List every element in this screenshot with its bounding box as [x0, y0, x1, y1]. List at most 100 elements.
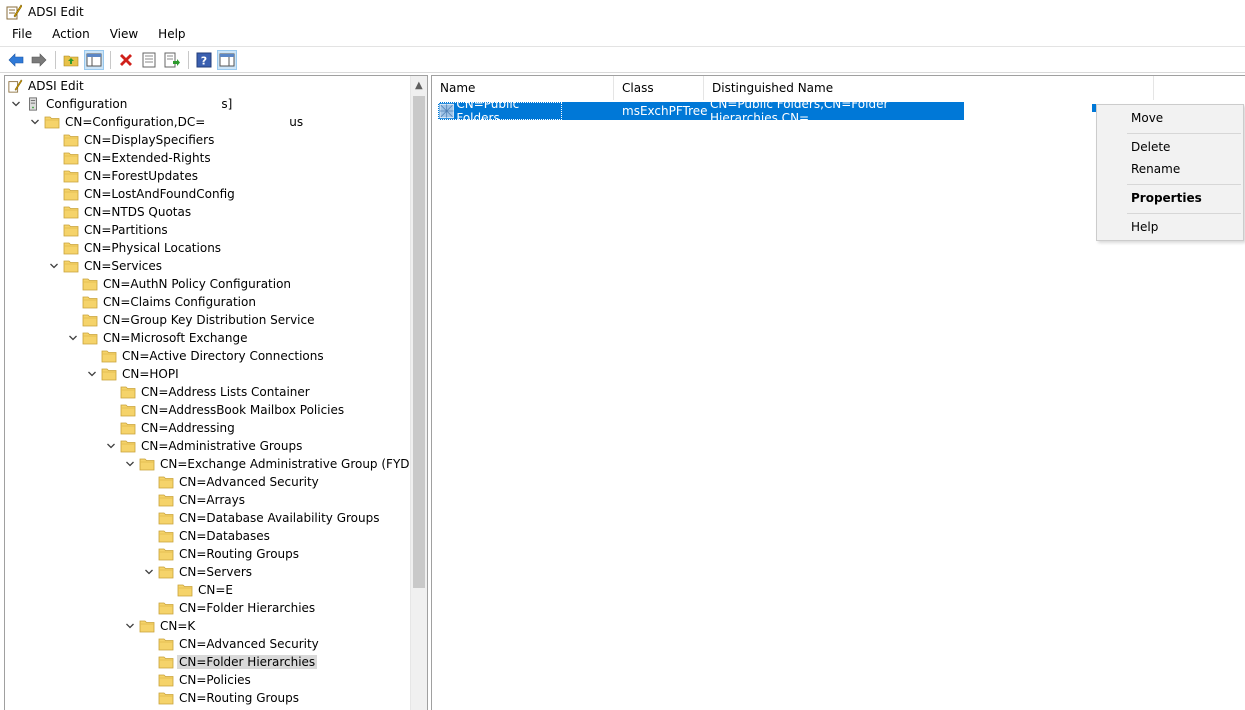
tree-item-label: CN=ForestUpdates — [84, 169, 198, 183]
expand-chevron-icon[interactable] — [66, 331, 80, 345]
context-menu-rename[interactable]: Rename — [1131, 162, 1180, 176]
show-hide-action-pane-button[interactable] — [217, 49, 237, 70]
folder-icon — [158, 530, 174, 543]
scroll-up-arrow-icon[interactable]: ▲ — [415, 80, 423, 91]
row-dn: CN=Public Folders,CN=Folder Hierarchies,… — [710, 97, 889, 125]
expand-chevron-icon[interactable] — [123, 619, 137, 633]
adsi-edit-app-icon — [6, 4, 22, 20]
tree-item-label: CN=Exchange Administrative Group (FYDIBO… — [160, 457, 428, 471]
chevron-placeholder — [142, 691, 156, 705]
tree-item[interactable]: CN=Group Key Distribution Service — [66, 311, 317, 329]
tree-item[interactable]: CN=Routing Groups — [142, 545, 301, 563]
chevron-placeholder — [66, 295, 80, 309]
chevron-placeholder — [142, 637, 156, 651]
tree-item[interactable]: CN=Extended-Rights — [47, 149, 213, 167]
tree-item-label: CN=Microsoft Exchange — [103, 331, 248, 345]
tree-root[interactable]: ADSI Edit — [7, 77, 86, 95]
chevron-placeholder — [142, 601, 156, 615]
tree-item[interactable]: CN=E — [161, 581, 235, 599]
tree-item[interactable]: CN=Claims Configuration — [66, 293, 258, 311]
expand-chevron-icon[interactable] — [28, 115, 42, 129]
chevron-placeholder — [85, 349, 99, 363]
folder-icon — [139, 458, 155, 471]
up-folder-icon — [63, 55, 79, 66]
tree-item[interactable]: Configuration s] — [9, 95, 234, 113]
up-one-level-button[interactable] — [61, 50, 81, 70]
tree-item[interactable]: CN=Addressing — [104, 419, 237, 437]
tree-item[interactable]: CN=Policies — [142, 671, 253, 689]
tree-item[interactable]: CN=AuthN Policy Configuration — [66, 275, 293, 293]
menu-view[interactable]: View — [98, 27, 146, 41]
back-icon — [8, 52, 24, 67]
cell-spacer — [562, 102, 620, 120]
tree-item[interactable]: CN=NTDS Quotas — [47, 203, 193, 221]
tree-item-label: CN=Advanced Security — [179, 475, 319, 489]
show-hide-console-tree-button[interactable] — [84, 49, 104, 70]
tree-item[interactable]: CN=Advanced Security — [142, 635, 321, 653]
tree-item[interactable]: CN=Advanced Security — [142, 473, 321, 491]
help-button[interactable]: ? — [194, 50, 214, 70]
context-menu-delete[interactable]: Delete — [1131, 140, 1170, 154]
context-menu-properties[interactable]: Properties — [1131, 191, 1202, 205]
tree-item[interactable]: CN=AddressBook Mailbox Policies — [104, 401, 346, 419]
tree-item[interactable]: CN=Configuration,DC= us — [28, 113, 305, 131]
tree-item-label-suffix: s] — [221, 97, 233, 111]
tree-item[interactable]: CN=HOPI — [85, 365, 181, 383]
back-button[interactable] — [6, 50, 26, 70]
folder-icon — [82, 296, 98, 309]
scrollbar-thumb[interactable] — [413, 96, 425, 588]
tree-item[interactable]: CN=Databases — [142, 527, 272, 545]
adsi-edit-root-icon — [8, 79, 23, 93]
tree-item[interactable]: CN=Microsoft Exchange — [66, 329, 249, 347]
tree-item[interactable]: CN=ForestUpdates — [47, 167, 200, 185]
tree-item[interactable]: CN=DisplaySpecifiers — [47, 131, 216, 149]
menu-help[interactable]: Help — [146, 27, 193, 41]
list-item[interactable]: CN=Public Folders msExchPFTree CN=Public… — [438, 97, 964, 125]
menu-action[interactable]: Action — [40, 27, 98, 41]
folder-icon — [158, 548, 174, 561]
properties-icon — [142, 52, 156, 67]
tree-item[interactable]: CN=Database Availability Groups — [142, 509, 382, 527]
folder-icon — [139, 620, 155, 633]
toolbar-separator — [188, 50, 189, 69]
tree-item[interactable]: CN=Address Lists Container — [104, 383, 312, 401]
console-tree[interactable]: ADSI Edit Configuration s] CN=Configuratio… — [4, 75, 428, 710]
chevron-placeholder — [142, 475, 156, 489]
tree-item-label: CN=Partitions — [84, 223, 168, 237]
tree-item[interactable]: CN=Partitions — [47, 221, 170, 239]
tree-item[interactable]: CN=Services — [47, 257, 164, 275]
tree-item[interactable]: CN=Administrative Groups — [104, 437, 304, 455]
tree-item[interactable]: CN=Servers — [142, 563, 254, 581]
tree-item[interactable]: CN=Routing Groups — [142, 689, 301, 707]
tree-vertical-scrollbar[interactable]: ▲ — [410, 76, 427, 710]
properties-button[interactable] — [139, 50, 159, 70]
menu-file[interactable]: File — [0, 27, 40, 41]
chevron-placeholder — [142, 673, 156, 687]
tree-item[interactable]: CN=Arrays — [142, 491, 247, 509]
expand-chevron-icon[interactable] — [85, 367, 99, 381]
expand-chevron-icon[interactable] — [47, 259, 61, 273]
forward-button[interactable] — [29, 50, 49, 70]
tree-item[interactable]: CN=Exchange Administrative Group (FYDIBO… — [123, 455, 428, 473]
tree-item[interactable]: CN=Physical Locations — [47, 239, 223, 257]
tree-item[interactable]: CN=LostAndFoundConfig — [47, 185, 237, 203]
export-list-button[interactable] — [162, 50, 182, 70]
tree-item[interactable]: CN=Folder Hierarchies — [142, 653, 318, 671]
tree-item[interactable]: CN=K — [123, 617, 197, 635]
expand-chevron-icon[interactable] — [104, 439, 118, 453]
context-menu-help[interactable]: Help — [1131, 220, 1158, 234]
expand-chevron-icon[interactable] — [123, 457, 137, 471]
menu-bar: File Action View Help — [0, 24, 1245, 44]
expand-chevron-icon[interactable] — [9, 97, 23, 111]
delete-button[interactable] — [116, 50, 136, 70]
folder-icon — [82, 278, 98, 291]
tree-item-label: CN=AuthN Policy Configuration — [103, 277, 292, 291]
tree-item[interactable]: CN=Folder Hierarchies — [142, 599, 317, 617]
context-menu-move[interactable]: Move — [1131, 111, 1163, 125]
tree-item-label: CN=LostAndFoundConfig — [84, 187, 235, 201]
expand-chevron-icon[interactable] — [142, 565, 156, 579]
tree-item[interactable]: CN=Active Directory Connections — [85, 347, 326, 365]
tree-item-label: CN=Services — [84, 259, 163, 273]
column-header-class[interactable]: Class — [614, 76, 704, 100]
tree-item-label: Configuration — [46, 97, 128, 111]
